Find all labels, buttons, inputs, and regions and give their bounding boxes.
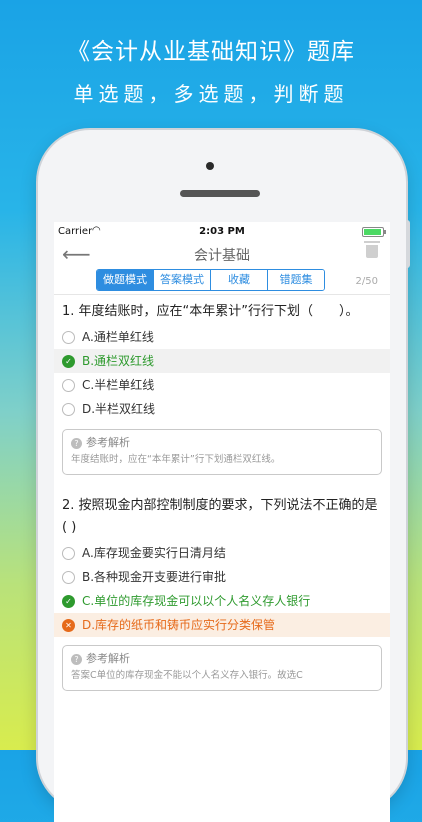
phone-side-button — [406, 220, 410, 268]
option-item[interactable]: ✓ C.单位的库存现金可以以个人名义存人银行 — [54, 589, 390, 613]
app-screen: Carrier ◠ 2:03 PM ⟵ 会计基础 做题模式 答案模式 收藏 错题… — [54, 222, 390, 822]
radio-icon — [62, 331, 75, 344]
radio-icon — [62, 379, 75, 392]
status-bar: Carrier ◠ 2:03 PM — [54, 222, 390, 240]
option-item[interactable]: C.半栏单红线 — [54, 373, 390, 397]
option-label: D.库存的纸币和铸币应实行分类保管 — [82, 618, 276, 632]
option-item[interactable]: ✕ D.库存的纸币和铸币应实行分类保管 — [54, 613, 390, 637]
camera-dot — [206, 162, 214, 170]
analysis-title: 参考解析 — [86, 652, 130, 665]
segmented-control: 做题模式 答案模式 收藏 错题集 — [96, 269, 325, 291]
option-label: C.半栏单红线 — [82, 378, 155, 392]
option-item[interactable]: ✓ B.通栏双红线 — [54, 349, 390, 373]
tab-practice-mode[interactable]: 做题模式 — [97, 270, 153, 290]
analysis-box: ? 参考解析 答案C单位的库存现金不能以个人名义存入银行。故选C — [62, 645, 382, 691]
analysis-header: ? 参考解析 — [71, 434, 373, 452]
tab-wrong-set[interactable]: 错题集 — [267, 270, 324, 290]
phone-speaker — [180, 190, 260, 197]
question-block: 1. 年度结账时，应在“本年累计”行行下划（ ）。 A.通栏单红线 ✓ B.通栏… — [54, 295, 390, 475]
question-mark-icon: ? — [71, 437, 82, 449]
option-label: A.库存现金要实行日清月结 — [82, 546, 226, 560]
analysis-text: 答案C单位的库存现金不能以个人名义存入银行。故选C — [71, 670, 303, 681]
option-item[interactable]: A.库存现金要实行日清月结 — [54, 541, 390, 565]
option-label: D.半栏双红线 — [82, 402, 156, 416]
analysis-box: ? 参考解析 年度结账时，应在“本年累计”行下划通栏双红线。 — [62, 429, 382, 475]
nav-title: 会计基础 — [194, 248, 250, 264]
tab-favorites[interactable]: 收藏 — [210, 270, 267, 290]
check-icon: ✓ — [62, 595, 75, 608]
radio-icon — [62, 571, 75, 584]
question-mark-icon: ? — [71, 653, 82, 665]
mode-tabs: 做题模式 答案模式 收藏 错题集 2/50 — [54, 268, 390, 294]
phone-frame: Carrier ◠ 2:03 PM ⟵ 会计基础 做题模式 答案模式 收藏 错题… — [38, 130, 410, 822]
battery-icon — [362, 227, 386, 237]
tab-answer-mode[interactable]: 答案模式 — [153, 270, 210, 290]
question-stem: 1. 年度结账时，应在“本年累计”行行下划（ ）。 — [62, 304, 359, 319]
option-label: B.通栏双红线 — [82, 354, 155, 368]
analysis-header: ? 参考解析 — [71, 650, 373, 668]
option-label: C.单位的库存现金可以以个人名义存人银行 — [82, 594, 311, 608]
option-item[interactable]: B.各种现金开支要进行审批 — [54, 565, 390, 589]
trash-icon[interactable] — [364, 241, 380, 258]
status-time: 2:03 PM — [199, 226, 245, 237]
question-counter: 2/50 — [355, 276, 378, 287]
radio-icon — [62, 547, 75, 560]
option-item[interactable]: A.通栏单红线 — [54, 325, 390, 349]
promo-headline: 《会计从业基础知识》题库 — [67, 39, 355, 65]
question-stem: 2. 按照现金内部控制制度的要求，下列说法不正确的是( ) — [62, 498, 378, 535]
analysis-title: 参考解析 — [86, 436, 130, 449]
nav-bar: ⟵ 会计基础 — [54, 240, 390, 268]
option-item[interactable]: D.半栏双红线 — [54, 397, 390, 421]
option-label: A.通栏单红线 — [82, 330, 154, 344]
promo-subline: 单选题，多选题，判断题 — [73, 82, 349, 106]
option-label: B.各种现金开支要进行审批 — [82, 570, 227, 584]
radio-icon — [62, 403, 75, 416]
check-icon: ✓ — [62, 355, 75, 368]
question-block: 2. 按照现金内部控制制度的要求，下列说法不正确的是( ) A.库存现金要实行日… — [54, 489, 390, 691]
analysis-text: 年度结账时，应在“本年累计”行下划通栏双红线。 — [71, 454, 281, 465]
cross-icon: ✕ — [62, 619, 75, 632]
